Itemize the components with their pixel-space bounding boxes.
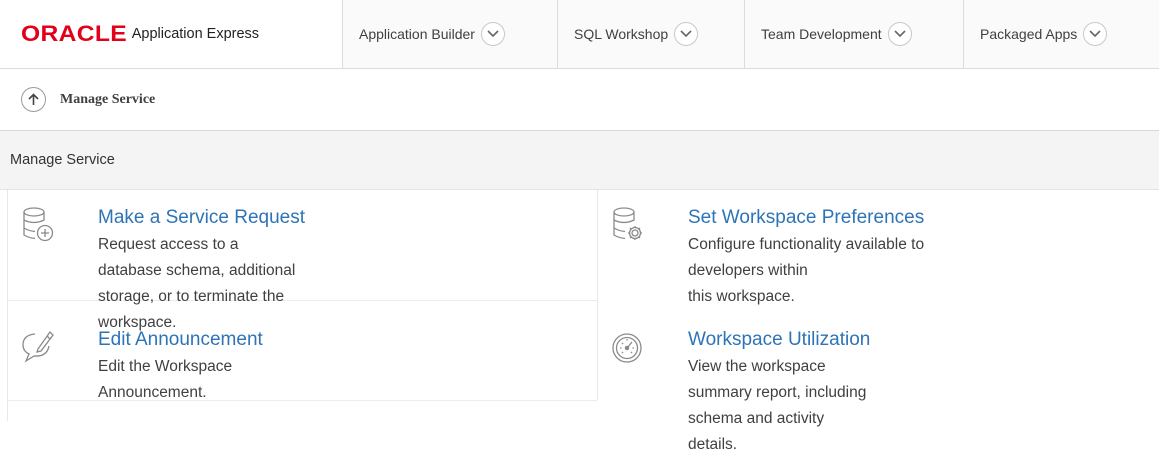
desc-line: Edit the Workspace Announcement. [98,358,233,401]
chevron-down-icon[interactable] [674,22,699,46]
card-text: Make a Service Request Request access to… [98,206,305,336]
tab-label: Packaged Apps [980,26,1078,42]
oracle-logo-text: ORACLE [21,21,128,46]
desc-line: View the workspace summary report, inclu… [688,358,867,401]
card-title-link[interactable]: Edit Announcement [98,328,263,352]
gauge-icon [611,328,645,370]
database-add-icon [21,206,55,248]
card-text: Workspace Utilization View the workspace… [688,328,870,458]
chevron-down-icon[interactable] [1083,22,1108,46]
tab-packaged-apps[interactable]: Packaged Apps [964,0,1159,68]
desc-line: Configure functionality available to dev… [688,236,925,279]
tab-label: Application Builder [359,26,475,42]
tab-application-builder[interactable]: Application Builder [343,0,558,68]
desc-line: Request access to a database schema, add… [98,236,296,279]
speech-bubble-edit-icon [21,328,55,370]
tab-team-development[interactable]: Team Development [745,0,964,68]
chevron-down-icon[interactable] [480,22,505,46]
card-description: View the workspace summary report, inclu… [688,354,870,458]
desc-line: this workspace. [688,288,795,305]
breadcrumb-current: Manage Service [60,91,156,107]
chevron-down-icon[interactable] [887,22,912,46]
service-cards: Make a Service Request Request access to… [0,190,1159,453]
brand-logo[interactable]: ORACLE Application Express [0,0,343,68]
card-text: Edit Announcement Edit the Workspace Ann… [98,328,263,406]
card-description: Edit the Workspace Announcement. [98,354,263,406]
arrow-up-icon[interactable] [21,87,46,112]
card-description: Configure functionality available to dev… [688,232,924,310]
card-description: Request access to a database schema, add… [98,232,305,336]
card-text: Set Workspace Preferences Configure func… [688,206,924,310]
database-settings-icon [611,206,645,248]
product-name: Application Express [131,26,260,42]
region-title: Manage Service [0,131,1159,190]
breadcrumb: Manage Service [0,69,1159,131]
tab-label: Team Development [761,26,882,42]
top-navigation-bar: ORACLE Application Express Application B… [0,0,1159,69]
tab-label: SQL Workshop [574,26,669,42]
card-title-link[interactable]: Workspace Utilization [688,328,870,352]
desc-line: schema and activity details. [688,410,825,453]
tab-sql-workshop[interactable]: SQL Workshop [558,0,745,68]
card-title-link[interactable]: Make a Service Request [98,206,305,230]
card-title-link[interactable]: Set Workspace Preferences [688,206,924,230]
